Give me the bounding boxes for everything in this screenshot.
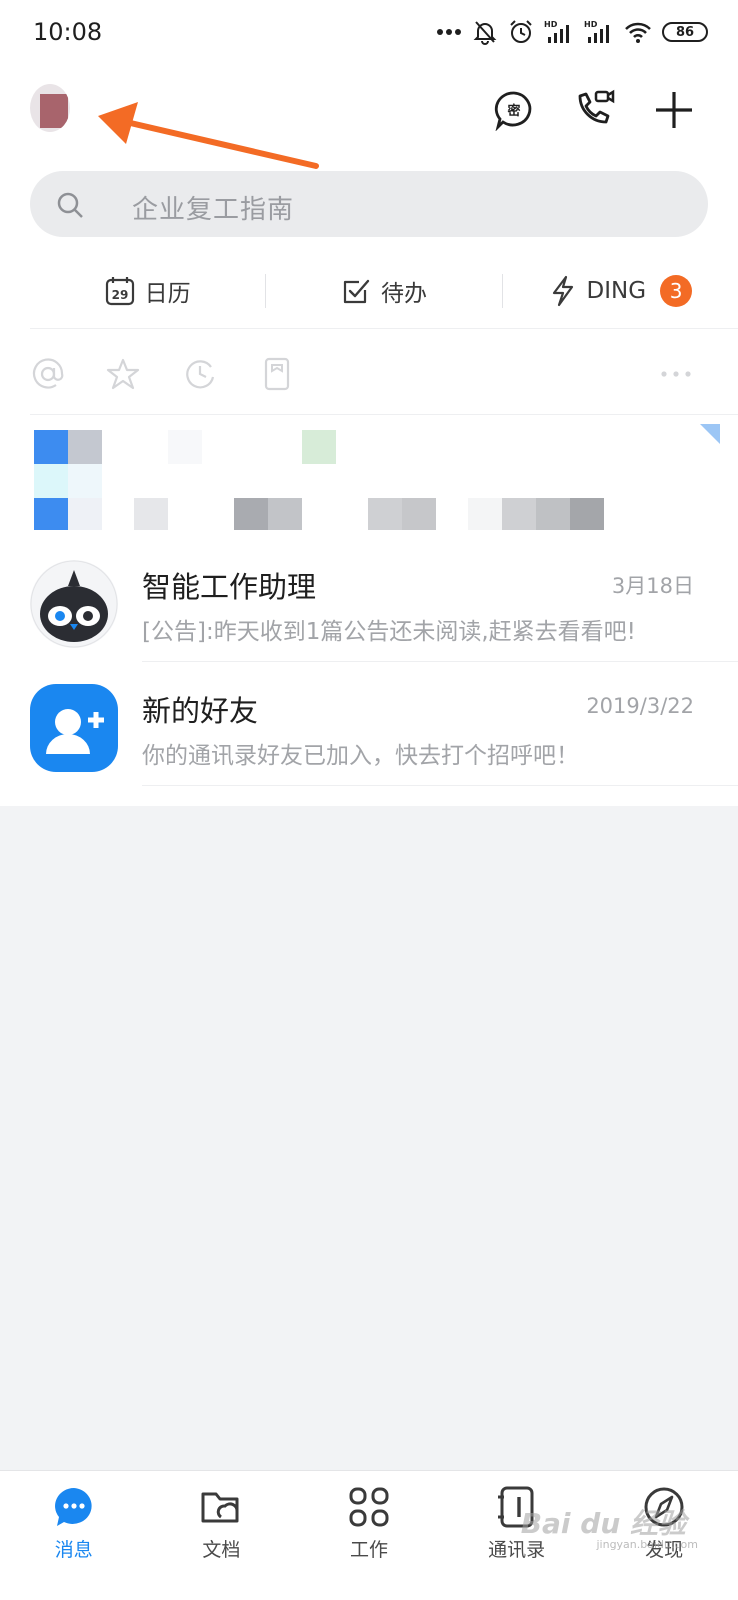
mention-filter[interactable] [30, 356, 66, 392]
svg-text:HD: HD [584, 20, 598, 29]
quick-actions: 29 日历 待办 DING 3 [30, 260, 738, 322]
divider [142, 785, 738, 786]
robot-bird-icon [30, 560, 118, 648]
ding-label: DING [586, 278, 647, 304]
add-friend-icon [46, 709, 104, 754]
tab-docs[interactable]: 文档 [148, 1471, 296, 1600]
blurred-conversation[interactable] [0, 420, 738, 544]
conversation-time: 3月18日 [611, 574, 694, 598]
pin-corner-icon [700, 424, 720, 444]
blur-block [502, 498, 536, 530]
blur-block [570, 498, 604, 530]
conversation-name: 新的好友 [142, 694, 259, 728]
bookmark-icon [264, 357, 290, 391]
status-time: 10:08 [33, 18, 103, 46]
search-icon [57, 192, 83, 218]
divider [142, 661, 738, 662]
lightning-icon [552, 275, 573, 307]
blur-block [168, 430, 202, 464]
blur-block [402, 498, 436, 530]
blur-block [468, 498, 502, 530]
new-friend-avatar [30, 684, 118, 772]
blur-block [68, 464, 102, 498]
avatar-image [40, 94, 68, 128]
mute-bell-icon [473, 21, 497, 45]
folder-icon [201, 1492, 239, 1523]
recent-filter[interactable] [182, 356, 218, 392]
status-icons: HD HD 86 [436, 16, 708, 48]
saved-filter[interactable] [259, 356, 295, 392]
blur-block [268, 498, 302, 530]
hd-signal-icon: HD [584, 20, 609, 43]
conversation-preview: [公告]:昨天收到1篇公告还未阅读,赶紧去看看吧! [142, 619, 636, 645]
calendar-icon: 29 [105, 277, 134, 306]
tab-work[interactable]: 工作 [295, 1471, 443, 1600]
tab-messages[interactable]: 消息 [0, 1471, 148, 1600]
annotation-arrow-icon [98, 102, 319, 169]
wifi-icon [625, 22, 651, 43]
blur-block [134, 498, 168, 530]
calendar-label: 日历 [144, 281, 191, 307]
todo-check-icon [343, 279, 370, 304]
more-filter[interactable] [658, 356, 694, 392]
calendar-button[interactable]: 29 日历 [30, 260, 265, 322]
message-icon [54, 1488, 92, 1526]
search-bar[interactable]: 企业复工指南 [30, 171, 708, 237]
plus-icon [656, 92, 692, 128]
add-button[interactable] [652, 88, 696, 132]
blur-block [536, 498, 570, 530]
assistant-avatar [30, 560, 118, 648]
battery-icon: 86 [662, 22, 708, 42]
svg-text:HD: HD [544, 20, 558, 29]
todo-label: 待办 [380, 281, 427, 307]
hd-signal-icon: HD [544, 20, 569, 43]
video-call-icon [578, 89, 615, 124]
blur-block [34, 498, 68, 530]
blur-block [34, 464, 68, 498]
star-filter[interactable] [105, 356, 141, 392]
divider [30, 328, 738, 329]
todo-button[interactable]: 待办 [266, 260, 501, 322]
filter-row [30, 350, 738, 400]
divider [30, 414, 738, 415]
conversation-time: 2019/3/22 [586, 694, 694, 718]
blur-block [302, 430, 336, 464]
tab-label: 消息 [54, 1539, 93, 1561]
secret-chat-icon: 密 [494, 91, 532, 131]
watermark-url: jingyan.baidu.com [596, 1538, 698, 1551]
star-icon [106, 358, 140, 390]
conversation-name: 智能工作助理 [142, 570, 317, 604]
tab-label: 文档 [202, 1539, 241, 1561]
watermark: Bai du 经验 [520, 1507, 686, 1540]
video-call-button[interactable] [572, 88, 616, 132]
conversation-preview: 你的通讯录好友已加入，快去打个招呼吧！ [142, 743, 579, 769]
clock-icon [186, 360, 215, 389]
more-dots-icon [437, 29, 461, 35]
battery-level: 86 [675, 24, 695, 40]
search-placeholder: 企业复工指南 [132, 195, 295, 225]
user-avatar[interactable] [30, 84, 70, 132]
blur-block [34, 430, 68, 464]
alarm-icon [510, 20, 532, 43]
tab-label: 工作 [349, 1539, 388, 1561]
calendar-day: 29 [111, 288, 128, 302]
blur-block [368, 498, 402, 530]
more-icon [661, 371, 691, 377]
conversation-item[interactable]: 智能工作助理 3月18日 [公告]:昨天收到1篇公告还未阅读,赶紧去看看吧! [0, 544, 738, 662]
blur-block [68, 430, 102, 464]
ding-button[interactable]: DING 3 [503, 260, 738, 322]
at-icon [32, 358, 64, 389]
grid-icon [349, 1487, 389, 1527]
svg-text:密: 密 [506, 103, 520, 119]
conversation-item[interactable]: 新的好友 2019/3/22 你的通讯录好友已加入，快去打个招呼吧！ [0, 668, 738, 786]
blur-block [234, 498, 268, 530]
secret-chat-button[interactable]: 密 [492, 88, 536, 132]
ding-badge: 3 [660, 275, 693, 307]
blur-block [68, 498, 102, 530]
status-bar: 10:08 HD HD 86 [0, 0, 738, 64]
